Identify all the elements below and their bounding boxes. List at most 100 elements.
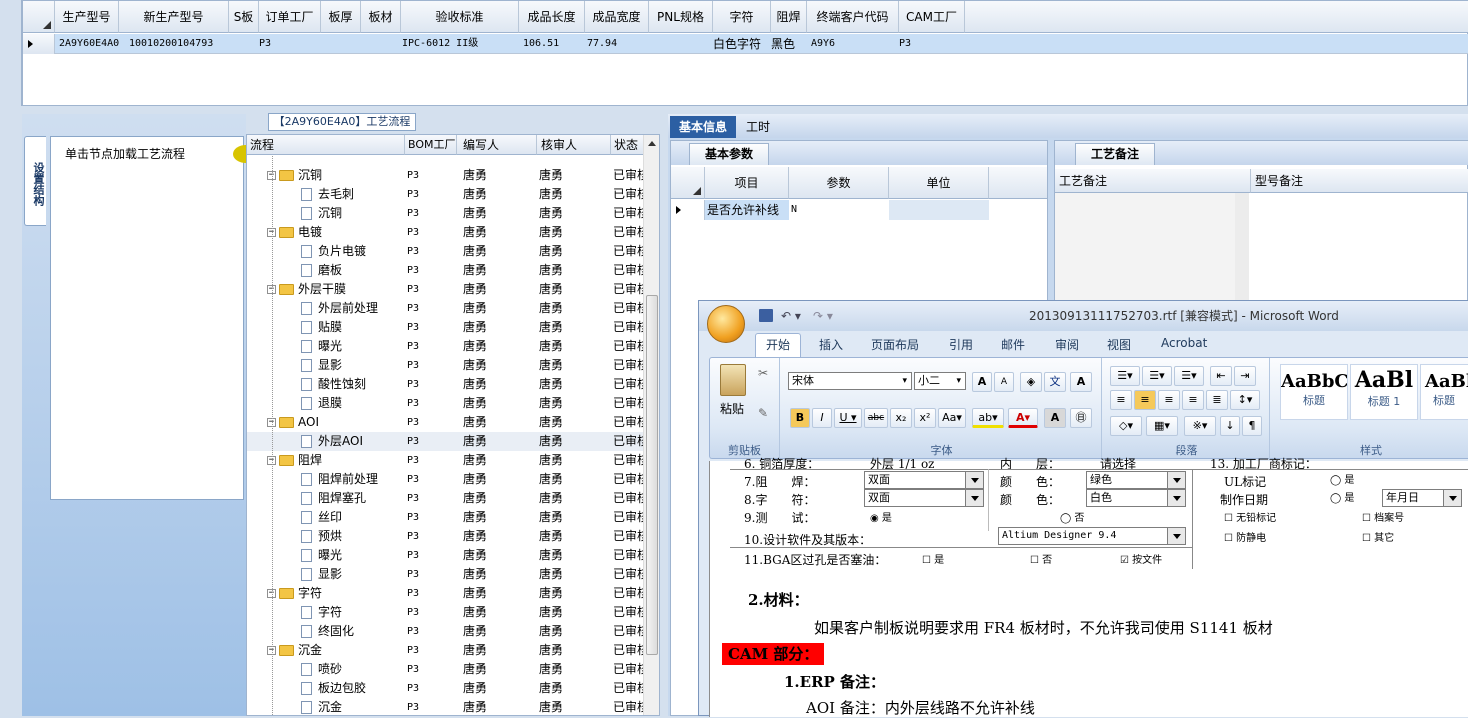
tree-row[interactable]: −沉铜 P3 唐勇 唐勇 已审核 (247, 166, 645, 185)
tab-mailings[interactable]: 邮件 (1001, 336, 1025, 353)
strikethrough-button[interactable]: abc (864, 408, 888, 428)
tree-header[interactable]: 流程 (247, 135, 405, 155)
tree-row[interactable]: −AOI P3 唐勇 唐勇 已审核 (247, 413, 645, 432)
style-heading-1[interactable]: AaBl 标题 1 (1350, 364, 1418, 420)
tab-work-hours[interactable]: 工时 (746, 116, 770, 138)
tree-node[interactable]: 沉金 (301, 698, 342, 715)
tree-row[interactable]: 喷砂 P3 唐勇 唐勇 已审核 (247, 660, 645, 679)
font-name-select[interactable]: 宋体 ▾ (788, 372, 912, 390)
show-marks-icon[interactable]: ¶ (1242, 416, 1262, 436)
col-header[interactable]: 型号备注 (1251, 169, 1468, 193)
tree-node[interactable]: 外层前处理 (301, 299, 378, 318)
tree-row[interactable]: 字符 P3 唐勇 唐勇 已审核 (247, 603, 645, 622)
tree-row[interactable]: 退膜 P3 唐勇 唐勇 已审核 (247, 394, 645, 413)
scroll-up-icon[interactable] (648, 141, 656, 146)
align-right-icon[interactable]: ≡ (1158, 390, 1180, 410)
col-header[interactable]: 字符 (713, 1, 771, 33)
tree-scrollbar[interactable] (643, 135, 659, 715)
sort-icon[interactable]: ↓ (1220, 416, 1240, 436)
tree-node[interactable]: 外层AOI (301, 432, 363, 451)
numbering-icon[interactable]: ☰▾ (1142, 366, 1172, 386)
tree-row[interactable]: 阻焊前处理 P3 唐勇 唐勇 已审核 (247, 470, 645, 489)
format-painter-icon[interactable]: ✎ (758, 406, 768, 420)
silk-color-select[interactable]: 白色 (1086, 489, 1186, 507)
ul-yes-radio[interactable]: ◯ 是 (1330, 471, 1354, 486)
tree-row[interactable]: 负片电镀 P3 唐勇 唐勇 已审核 (247, 242, 645, 261)
tab-acrobat[interactable]: Acrobat (1161, 336, 1207, 350)
enclose-char-icon[interactable]: ㊐ (1070, 408, 1092, 428)
col-header[interactable]: 终端客户代码 (807, 1, 899, 33)
tree-node[interactable]: 退膜 (301, 394, 342, 413)
tree-row[interactable]: −外层干膜 P3 唐勇 唐勇 已审核 (247, 280, 645, 299)
document-page[interactable]: 6. 铜箔厚度： 外层 1/1 oz 内 层： 请选择 13. 加工厂商标记： … (709, 457, 1468, 717)
test-no-radio[interactable]: ◯ 否 (1060, 509, 1084, 524)
multilevel-icon[interactable]: ☰▾ (1174, 366, 1204, 386)
tree-node[interactable]: 沉铜 (301, 204, 342, 223)
distribute-icon[interactable]: ≣ (1206, 390, 1228, 410)
horizontal-splitter[interactable] (0, 106, 1468, 114)
tree-header[interactable]: 编写人 (457, 135, 537, 155)
col-header[interactable]: 新生产型号 (119, 1, 229, 33)
bullets-icon[interactable]: ☰▾ (1110, 366, 1140, 386)
other-checkbox[interactable]: ☐ 其它 (1362, 529, 1394, 544)
style-heading[interactable]: AaBbC 标题 (1280, 364, 1348, 420)
underline-button[interactable]: U ▾ (834, 408, 862, 428)
align-left-icon[interactable]: ≡ (1110, 390, 1132, 410)
tree-row[interactable]: 丝印 P3 唐勇 唐勇 已审核 (247, 508, 645, 527)
font-color-icon[interactable]: A▾ (1008, 408, 1038, 428)
tree-node[interactable]: 字符 (301, 603, 342, 622)
col-header[interactable]: 单位 (889, 167, 989, 199)
col-header[interactable]: 板材 (361, 1, 401, 33)
tree-node[interactable]: 预烘 (301, 527, 342, 546)
col-header[interactable]: PNL规格 (649, 1, 713, 33)
tree-node[interactable]: 板边包胶 (301, 679, 366, 698)
tree-row[interactable]: 磨板 P3 唐勇 唐勇 已审核 (247, 261, 645, 280)
decrease-indent-icon[interactable]: ⇤ (1210, 366, 1232, 386)
tree-row[interactable]: 终固化 P3 唐勇 唐勇 已审核 (247, 622, 645, 641)
tree-row[interactable]: 预烘 P3 唐勇 唐勇 已审核 (247, 527, 645, 546)
tree-node[interactable]: − 字符 (267, 584, 322, 603)
paste-icon[interactable] (720, 364, 746, 396)
tree-row[interactable]: 外层前处理 P3 唐勇 唐勇 已审核 (247, 299, 645, 318)
tree-node[interactable]: 曝光 (301, 337, 342, 356)
style-heading-2[interactable]: AaBl 标题 (1420, 364, 1468, 420)
asian-layout-icon[interactable]: ※▾ (1184, 416, 1216, 436)
structure-tab[interactable]: 设置结构 (24, 136, 46, 226)
tree-row[interactable]: 显影 P3 唐勇 唐勇 已审核 (247, 565, 645, 584)
save-icon[interactable] (759, 309, 773, 322)
vertical-splitter[interactable] (660, 114, 668, 716)
col-header[interactable]: 成品宽度 (585, 1, 649, 33)
tree-row[interactable]: −电镀 P3 唐勇 唐勇 已审核 (247, 223, 645, 242)
mask-color-select[interactable]: 绿色 (1086, 471, 1186, 489)
tree-row[interactable]: 贴膜 P3 唐勇 唐勇 已审核 (247, 318, 645, 337)
date-format-select[interactable]: 年月日 (1382, 489, 1462, 507)
col-header[interactable]: 工艺备注 (1055, 169, 1251, 193)
tab-references[interactable]: 引用 (949, 336, 973, 353)
italic-button[interactable]: I (812, 408, 832, 428)
char-border-icon[interactable]: A (1070, 372, 1092, 392)
tree-node[interactable]: − 电镀 (267, 223, 322, 242)
tree-row[interactable]: 沉金 P3 唐勇 唐勇 已审核 (247, 698, 645, 715)
tree-header[interactable]: 状态 (611, 135, 645, 155)
paste-label[interactable]: 粘贴 (720, 400, 744, 417)
tree-row[interactable]: 曝光 P3 唐勇 唐勇 已审核 (247, 546, 645, 565)
shrink-font-button[interactable]: A (994, 372, 1014, 392)
table-row[interactable]: 2A9Y60E4A0 10010200104793 P3 IPC-6012 II… (23, 34, 1468, 54)
test-yes-radio[interactable]: ◉ 是 (870, 509, 892, 524)
tab-insert[interactable]: 插入 (819, 336, 843, 353)
tab-basic-info[interactable]: 基本信息 (670, 116, 736, 138)
tree-row[interactable]: 沉铜 P3 唐勇 唐勇 已审核 (247, 204, 645, 223)
tree-row[interactable]: 板边包胶 P3 唐勇 唐勇 已审核 (247, 679, 645, 698)
highlight-icon[interactable]: ab▾ (972, 408, 1004, 428)
col-header[interactable]: 阻焊 (771, 1, 807, 33)
cell[interactable]: N (789, 200, 889, 220)
tree-node[interactable]: 丝印 (301, 508, 342, 527)
tab-home[interactable]: 开始 (755, 333, 801, 359)
borders-icon[interactable]: ▦▾ (1146, 416, 1178, 436)
scroll-thumb[interactable] (646, 295, 658, 655)
undo-icon[interactable]: ↶ ▾ (781, 301, 801, 331)
superscript-button[interactable]: x² (914, 408, 936, 428)
tree-header[interactable]: BOM工厂 (405, 135, 457, 155)
software-select[interactable]: Altium Designer 9.4 (998, 527, 1186, 545)
col-header[interactable]: S板 (229, 1, 259, 33)
